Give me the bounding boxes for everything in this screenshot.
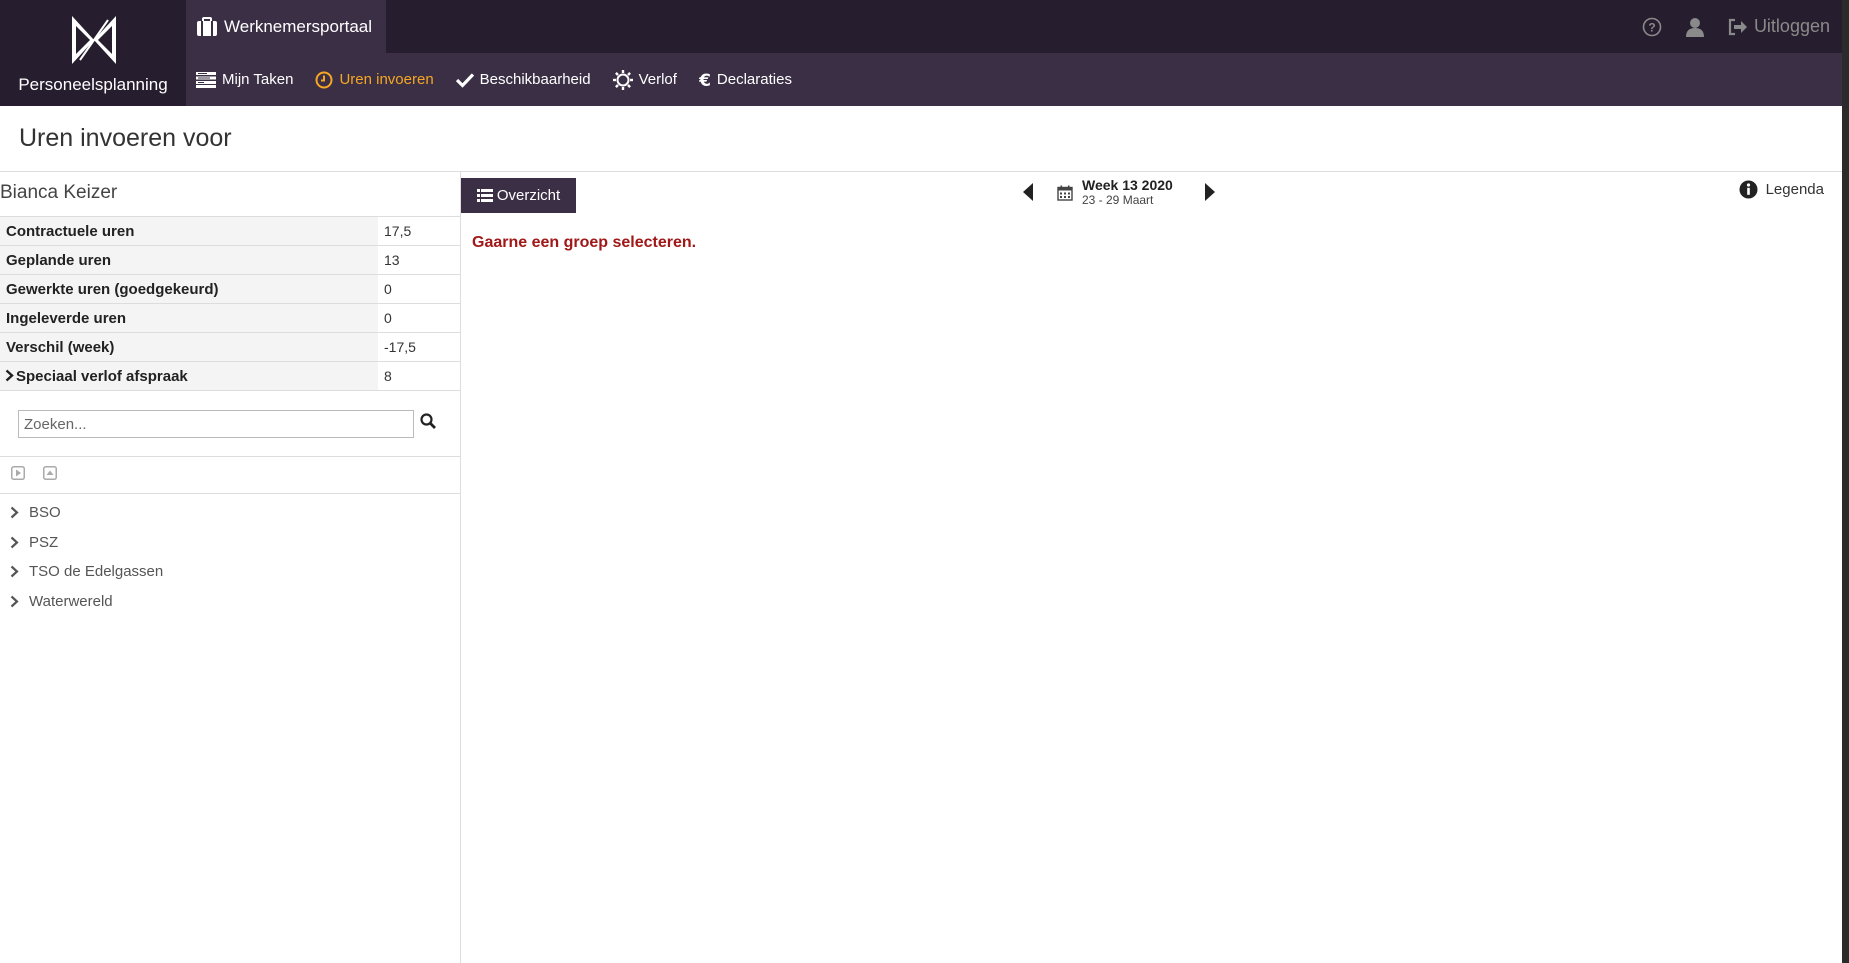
stat-label: Contractuele uren bbox=[0, 216, 378, 246]
stat-value: 0 bbox=[378, 274, 460, 304]
logout-label: Uitloggen bbox=[1753, 16, 1830, 36]
calendar-icon bbox=[1057, 185, 1073, 201]
app-window: Personeelsplanning Werknemersportaal ? U… bbox=[0, 0, 1842, 963]
user-icon bbox=[1685, 17, 1704, 37]
nav-item-declaraties[interactable]: € Declaraties bbox=[699, 71, 792, 89]
stat-value: 13 bbox=[378, 245, 460, 275]
chevron-right-icon bbox=[5, 369, 14, 381]
search-icon[interactable] bbox=[420, 413, 436, 429]
divider bbox=[0, 456, 460, 457]
chevron-right-icon bbox=[10, 595, 19, 608]
divider bbox=[0, 493, 460, 494]
chevron-right-icon bbox=[10, 536, 19, 549]
portal-tab[interactable]: Werknemersportaal bbox=[186, 0, 386, 53]
stat-label: Gewerkte uren (goedgekeurd) bbox=[0, 274, 378, 304]
top-bar bbox=[186, 0, 1842, 53]
nav-label: Uren invoeren bbox=[339, 71, 434, 88]
nav-item-mijn-taken[interactable]: Mijn Taken bbox=[196, 71, 293, 88]
tree-item-waterwereld[interactable]: Waterwereld bbox=[0, 587, 460, 617]
hours-summary-table: Contractuele uren 17,5 Geplande uren 13 … bbox=[0, 216, 460, 391]
top-right-actions: ? Uitloggen bbox=[1642, 0, 1830, 53]
window-edge bbox=[1842, 0, 1849, 963]
search-input[interactable] bbox=[18, 410, 414, 438]
tree-item-label: PSZ bbox=[29, 533, 59, 551]
sun-icon bbox=[612, 69, 633, 90]
stat-label-expandable[interactable]: Speciaal verlof afspraak bbox=[0, 361, 378, 391]
briefcase-icon bbox=[197, 16, 217, 36]
brand-name: Personeelsplanning bbox=[18, 75, 168, 94]
week-title[interactable]: Week 13 2020 bbox=[1082, 177, 1173, 193]
info-circle-icon bbox=[1739, 180, 1758, 199]
question-circle-icon: ? bbox=[1642, 17, 1662, 36]
tree-item-bso[interactable]: BSO bbox=[0, 498, 460, 528]
chevron-right-icon bbox=[10, 506, 19, 519]
euro-icon: € bbox=[699, 71, 711, 89]
help-button[interactable]: ? bbox=[1642, 17, 1662, 37]
stat-label-text: Speciaal verlof afspraak bbox=[16, 367, 188, 385]
top-navigation: Personeelsplanning Werknemersportaal ? U… bbox=[0, 0, 1842, 106]
table-row: Verschil (week) -17,5 bbox=[0, 332, 460, 362]
page-title: Uren invoeren voor bbox=[19, 124, 232, 152]
group-tree: BSO PSZ TSO de Edelgassen Waterwereld bbox=[0, 498, 460, 616]
stat-value: 8 bbox=[378, 361, 460, 391]
main-nav: Mijn Taken Uren invoeren Beschikbaarheid bbox=[186, 53, 1842, 106]
stat-label: Geplande uren bbox=[0, 245, 378, 275]
tasks-icon bbox=[196, 71, 216, 88]
tree-item-tso-de-edelgassen[interactable]: TSO de Edelgassen bbox=[0, 557, 460, 587]
logout-button[interactable]: Uitloggen bbox=[1728, 16, 1830, 37]
collapse-all-icon[interactable] bbox=[43, 466, 57, 480]
nav-label: Beschikbaarheid bbox=[479, 71, 591, 88]
previous-week-icon[interactable] bbox=[1021, 182, 1035, 202]
clock-icon bbox=[315, 71, 333, 88]
main-panel: Overzicht Week 13 2020 23 - 29 Maart Leg… bbox=[461, 172, 1842, 963]
expand-all-icon[interactable] bbox=[11, 466, 25, 480]
tree-item-psz[interactable]: PSZ bbox=[0, 528, 460, 558]
stat-label: Ingeleverde uren bbox=[0, 303, 378, 333]
nav-item-verlof[interactable]: Verlof bbox=[612, 69, 677, 90]
brand[interactable]: Personeelsplanning bbox=[0, 0, 186, 106]
overview-button[interactable]: Overzicht bbox=[461, 178, 576, 213]
week-range: 23 - 29 Maart bbox=[1082, 193, 1154, 207]
brand-logo bbox=[72, 16, 116, 64]
stat-label: Verschil (week) bbox=[0, 332, 378, 362]
table-row-expandable[interactable]: Speciaal verlof afspraak 8 bbox=[0, 361, 460, 391]
stat-value: -17,5 bbox=[378, 332, 460, 362]
stat-value: 17,5 bbox=[378, 216, 460, 246]
check-icon bbox=[455, 72, 474, 88]
nav-item-uren-invoeren[interactable]: Uren invoeren bbox=[315, 71, 434, 89]
stat-value: 0 bbox=[378, 303, 460, 333]
employee-name: Bianca Keizer bbox=[0, 182, 118, 203]
nav-label: Mijn Taken bbox=[222, 71, 294, 88]
tree-item-label: BSO bbox=[29, 504, 61, 522]
select-group-message: Gaarne een groep selecteren. bbox=[472, 234, 697, 251]
nav-item-beschikbaarheid[interactable]: Beschikbaarheid bbox=[455, 71, 591, 88]
tree-item-label: Waterwereld bbox=[29, 592, 113, 610]
list-icon bbox=[476, 189, 493, 202]
legend-label: Legenda bbox=[1765, 181, 1824, 198]
nav-label: Declaraties bbox=[716, 71, 792, 88]
nav-label: Verlof bbox=[638, 71, 677, 88]
table-row: Ingeleverde uren 0 bbox=[0, 303, 460, 333]
next-week-icon[interactable] bbox=[1203, 182, 1217, 202]
employee-panel: Bianca Keizer Contractuele uren 17,5 Gep… bbox=[0, 172, 461, 963]
portal-label: Werknemersportaal bbox=[224, 16, 373, 36]
tree-item-label: TSO de Edelgassen bbox=[29, 563, 164, 581]
chevron-right-icon bbox=[10, 565, 19, 578]
table-row: Geplande uren 13 bbox=[0, 245, 460, 275]
user-button[interactable] bbox=[1685, 17, 1704, 37]
sign-out-icon bbox=[1728, 18, 1747, 35]
table-row: Gewerkte uren (goedgekeurd) 0 bbox=[0, 274, 460, 304]
table-row: Contractuele uren 17,5 bbox=[0, 216, 460, 246]
page-title-bar: Uren invoeren voor bbox=[0, 106, 1842, 172]
svg-text:€: € bbox=[699, 71, 711, 89]
overview-label: Overzicht bbox=[496, 187, 561, 204]
svg-text:?: ? bbox=[1648, 20, 1655, 34]
legend-button[interactable]: Legenda bbox=[1739, 180, 1824, 199]
